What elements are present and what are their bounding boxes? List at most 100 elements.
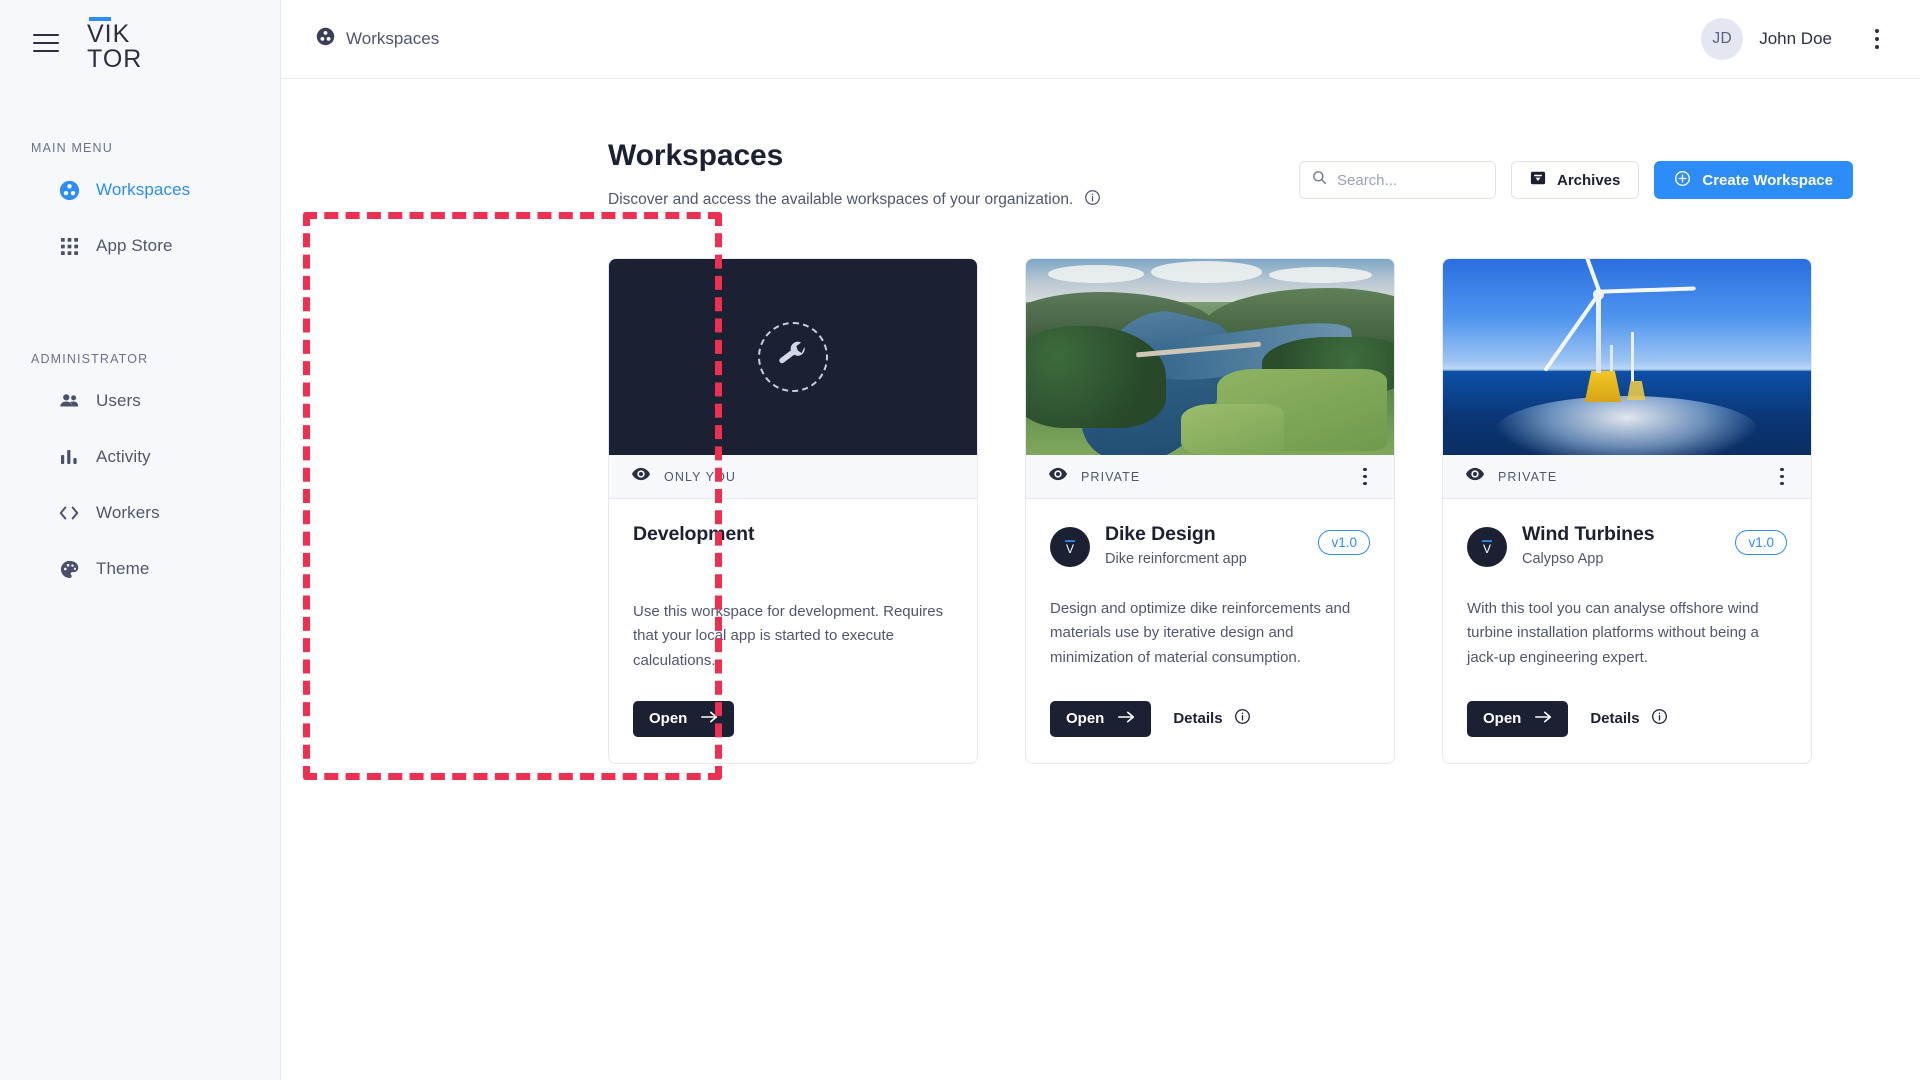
eye-icon: [1049, 467, 1067, 486]
arrow-right-icon: [1535, 710, 1552, 728]
app-avatar: V: [1050, 527, 1090, 567]
card-banner-image: [1443, 259, 1811, 455]
card-body: V Wind Turbines Calypso App v1.0 With th…: [1443, 499, 1811, 673]
sidebar-nav-admin: Users Activity Workers Theme: [0, 382, 280, 588]
workspace-card-grid: ONLY YOU Development Use this workspace …: [608, 258, 1920, 764]
page-content: Workspaces Discover and access the avail…: [281, 79, 1920, 764]
card-header: Development: [633, 523, 953, 569]
page-title: Workspaces: [608, 139, 784, 172]
card-options-icon[interactable]: [1773, 465, 1791, 489]
workspace-card-wind-turbines[interactable]: PRIVATE V Wind Turbines Calypso App v1.0…: [1442, 258, 1812, 764]
svg-text:V: V: [1066, 542, 1074, 556]
app-avatar: V: [1467, 527, 1507, 567]
arrow-right-icon: [1118, 710, 1135, 728]
avatar[interactable]: JD: [1701, 18, 1744, 60]
card-title: Development: [633, 523, 755, 545]
card-body: Development Use this workspace for devel…: [609, 499, 977, 673]
wind-turbine-photo: [1443, 259, 1811, 455]
search-icon: [1312, 170, 1327, 190]
user-name: John Doe: [1759, 29, 1832, 48]
sidebar-item-users[interactable]: Users: [0, 382, 280, 420]
sidebar-item-label: Workers: [96, 503, 160, 522]
open-label: Open: [1066, 710, 1105, 728]
app-root: VIK TOR MAIN MENU Workspaces App Store A…: [0, 0, 1920, 1080]
card-header-texts: Development: [633, 523, 953, 546]
create-workspace-button[interactable]: Create Workspace: [1654, 161, 1853, 199]
card-subtitle: Calypso App: [1522, 551, 1604, 567]
card-banner-placeholder: [609, 259, 977, 455]
sidebar-section-label-main: MAIN MENU: [31, 141, 113, 155]
version-badge[interactable]: v1.0: [1735, 530, 1787, 555]
visibility-group: PRIVATE: [1049, 467, 1140, 486]
sidebar-item-label: Activity: [96, 447, 151, 466]
workspace-card-development[interactable]: ONLY YOU Development Use this workspace …: [608, 258, 978, 764]
card-visibility-row: PRIVATE: [1443, 455, 1811, 499]
code-brackets-icon: [58, 502, 80, 524]
grid-apps-icon: [58, 235, 80, 257]
sidebar-nav-main: Workspaces App Store: [0, 171, 280, 265]
palette-icon: [58, 558, 80, 580]
archives-label: Archives: [1557, 171, 1621, 189]
sidebar-section-label-administrator: ADMINISTRATOR: [31, 352, 149, 366]
sidebar: VIK TOR MAIN MENU Workspaces App Store A…: [0, 0, 281, 1080]
breadcrumb[interactable]: Workspaces: [316, 27, 439, 51]
card-header: V Wind Turbines Calypso App v1.0: [1467, 523, 1787, 569]
details-button[interactable]: Details: [1173, 708, 1250, 729]
card-description: Design and optimize dike reinforcements …: [1050, 600, 1351, 666]
card-actions: Open Details: [1443, 673, 1811, 763]
workspaces-icon: [316, 27, 335, 51]
plus-circle-icon: [1674, 170, 1691, 191]
card-subtitle: Dike reinforcment app: [1105, 551, 1247, 567]
card-visibility-row: ONLY YOU: [609, 455, 977, 499]
arrow-right-icon: [701, 710, 718, 728]
user-menu: JD John Doe: [1701, 18, 1888, 60]
sidebar-item-label: Workspaces: [96, 180, 191, 199]
viktor-logo[interactable]: VIK TOR: [81, 15, 163, 73]
hamburger-menu-icon[interactable]: [33, 33, 59, 53]
eye-icon: [632, 467, 650, 486]
more-options-icon[interactable]: [1866, 24, 1888, 54]
details-label: Details: [1590, 710, 1640, 728]
sidebar-item-workspaces[interactable]: Workspaces: [0, 171, 280, 209]
card-options-icon[interactable]: [1356, 465, 1374, 489]
sidebar-item-workers[interactable]: Workers: [0, 494, 280, 532]
svg-text:TOR: TOR: [87, 45, 142, 71]
archives-button[interactable]: Archives: [1511, 161, 1640, 199]
workspace-card-dike-design[interactable]: PRIVATE V Dike Design Dike reinforcment …: [1025, 258, 1395, 764]
open-button[interactable]: Open: [1050, 700, 1152, 737]
eye-icon: [1466, 467, 1484, 486]
version-badge[interactable]: v1.0: [1318, 530, 1370, 555]
sidebar-item-label: Users: [96, 391, 141, 410]
search-input[interactable]: [1337, 171, 1483, 189]
workspaces-icon: [58, 179, 80, 201]
visibility-group: PRIVATE: [1466, 467, 1557, 486]
card-description: Use this workspace for development. Requ…: [633, 603, 944, 669]
info-icon[interactable]: [1084, 189, 1101, 211]
open-button[interactable]: Open: [1467, 700, 1569, 737]
open-button[interactable]: Open: [633, 700, 735, 737]
svg-text:V: V: [1483, 542, 1491, 556]
info-icon: [1234, 708, 1251, 729]
visibility-label: PRIVATE: [1498, 469, 1558, 484]
top-bar: Workspaces JD John Doe: [281, 0, 1920, 79]
sidebar-item-activity[interactable]: Activity: [0, 438, 280, 476]
page-header-row: Workspaces Discover and access the avail…: [608, 139, 1920, 211]
card-title: Dike Design: [1105, 523, 1216, 545]
card-visibility-row: PRIVATE: [1026, 455, 1394, 499]
sidebar-item-app-store[interactable]: App Store: [0, 227, 280, 265]
card-actions: Open: [609, 673, 977, 763]
create-workspace-label: Create Workspace: [1702, 171, 1833, 189]
sidebar-item-label: App Store: [96, 236, 173, 255]
main-area: Workspaces JD John Doe Workspaces Discov…: [281, 0, 1920, 1080]
card-description: With this tool you can analyse offshore …: [1467, 600, 1759, 666]
page-heading-block: Workspaces Discover and access the avail…: [608, 139, 1101, 211]
search-box[interactable]: [1299, 161, 1496, 199]
sidebar-item-label: Theme: [96, 559, 150, 578]
card-header: V Dike Design Dike reinforcment app v1.0: [1050, 523, 1370, 569]
users-icon: [58, 390, 80, 412]
details-button[interactable]: Details: [1590, 708, 1667, 729]
visibility-label: ONLY YOU: [664, 469, 737, 484]
sidebar-header: VIK TOR: [0, 0, 280, 86]
sidebar-item-theme[interactable]: Theme: [0, 550, 280, 588]
page-subtitle: Discover and access the available worksp…: [608, 191, 1074, 208]
